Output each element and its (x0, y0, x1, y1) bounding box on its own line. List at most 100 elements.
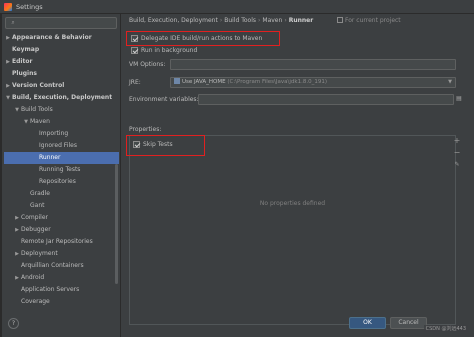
sidebar-item-repositories[interactable]: Repositories (4, 176, 119, 188)
sidebar-item-gant[interactable]: Gant (4, 200, 119, 212)
sidebar-item-gradle[interactable]: Gradle (4, 188, 119, 200)
sidebar-item-keymap[interactable]: Keymap (4, 44, 119, 56)
chevron-right-icon[interactable]: ▶ (4, 56, 12, 68)
help-button[interactable]: ? (8, 318, 19, 329)
sidebar-item-appearance-behavior[interactable]: ▶ Appearance & Behavior (4, 32, 119, 44)
sidebar-item-label: Appearance & Behavior (12, 34, 92, 41)
sidebar-item-label: Debugger (21, 226, 51, 233)
chevron-down-icon[interactable]: ▼ (4, 92, 12, 104)
sidebar-item-plugins[interactable]: Plugins (4, 68, 119, 80)
sidebar-item-label: Application Servers (21, 286, 80, 293)
sidebar-item-label: Running Tests (39, 166, 81, 173)
env-vars-field[interactable] (198, 94, 454, 105)
sidebar-item-label: Remote Jar Repositories (21, 238, 93, 245)
settings-content: Build, Execution, Deployment › Build Tools… (121, 14, 474, 337)
settings-tree: ▶ Appearance & Behavior Keymap ▶ Editor Plugi… (4, 32, 119, 308)
settings-sidebar: ⌕ ▶ Appearance & Behavior Keymap ▶ Editor Plu… (0, 14, 121, 337)
search-icon: ⌕ (11, 19, 15, 26)
sidebar-item-coverage[interactable]: Coverage (4, 296, 119, 308)
env-vars-label: Environment variables: (129, 96, 199, 103)
chevron-down-icon: ▼ (448, 79, 452, 85)
project-scope-icon (337, 17, 343, 23)
sidebar-item-label: Gant (30, 202, 45, 209)
env-vars-browse-icon[interactable]: ▤ (455, 94, 463, 105)
settings-search-input[interactable] (18, 19, 108, 27)
sidebar-item-ignored-files[interactable]: Ignored Files (4, 140, 119, 152)
chevron-down-icon[interactable]: ▼ (22, 116, 30, 128)
title-bar: Settings (0, 0, 474, 14)
jre-label: JRE: (129, 79, 141, 86)
sidebar-item-label: Plugins (12, 70, 37, 77)
breadcrumb-item[interactable]: Build, Execution, Deployment (129, 17, 218, 24)
sidebar-item-deployment[interactable]: ▶ Deployment (4, 248, 119, 260)
vm-options-field[interactable] (170, 59, 456, 70)
watermark: CSDN @刘远443 (423, 325, 468, 332)
sidebar-item-label: Keymap (12, 46, 40, 53)
sidebar-item-label: Build, Execution, Deployment (12, 94, 113, 101)
sidebar-item-version-control[interactable]: ▶ Version Control (4, 80, 119, 92)
remove-icon[interactable]: − (451, 147, 463, 159)
sidebar-item-debugger[interactable]: ▶ Debugger (4, 224, 119, 236)
sidebar-item-remote-jar-repositories[interactable]: Remote Jar Repositories (4, 236, 119, 248)
breadcrumb-separator: › (284, 17, 287, 24)
window-edge (0, 14, 2, 337)
sidebar-item-label: Gradle (30, 190, 50, 197)
intellij-logo-icon (4, 2, 12, 11)
sidebar-item-arquillian-containers[interactable]: Arquillian Containers (4, 260, 119, 272)
sidebar-item-application-servers[interactable]: Application Servers (4, 284, 119, 296)
jre-value: Use JAVA_HOME (182, 79, 226, 85)
sidebar-item-label: Build Tools (21, 106, 53, 113)
sidebar-item-runner[interactable]: Runner (4, 152, 119, 164)
jdk-icon (174, 78, 180, 84)
edit-icon[interactable]: ✎ (451, 159, 463, 171)
jre-select[interactable]: Use JAVA_HOME (C:\Program Files\Java\jdk… (170, 77, 456, 88)
background-label: Run in background (141, 47, 198, 54)
sidebar-item-importing[interactable]: Importing (4, 128, 119, 140)
breadcrumb-separator: › (219, 17, 223, 24)
chevron-right-icon[interactable]: ▶ (4, 32, 12, 44)
ok-button[interactable]: OK (349, 317, 386, 329)
sidebar-item-running-tests[interactable]: Running Tests (4, 164, 119, 176)
sidebar-item-label: Repositories (39, 178, 76, 185)
chevron-down-icon[interactable]: ▼ (13, 104, 21, 116)
sidebar-item-label: Arquillian Containers (21, 262, 84, 269)
delegate-highlight (126, 31, 280, 46)
chevron-right-icon[interactable]: ▶ (13, 212, 21, 224)
sidebar-item-label: Editor (12, 58, 33, 65)
for-current-project: For current project (337, 16, 401, 26)
sidebar-item-editor[interactable]: ▶ Editor (4, 56, 119, 68)
chevron-right-icon[interactable]: ▶ (4, 80, 12, 92)
breadcrumb-separator: › (258, 17, 261, 24)
breadcrumb: Build, Execution, Deployment › Build Tools… (129, 16, 313, 26)
properties-panel: Skip Tests No properties defined (129, 135, 456, 325)
sidebar-item-build-execution-deployment[interactable]: ▼ Build, Execution, Deployment (4, 92, 119, 104)
sidebar-item-android[interactable]: ▶ Android (4, 272, 119, 284)
no-properties-text: No properties defined (259, 200, 326, 207)
breadcrumb-item[interactable]: Maven (262, 17, 282, 24)
sidebar-item-label: Compiler (21, 214, 49, 221)
chevron-right-icon[interactable]: ▶ (13, 224, 21, 236)
chevron-right-icon[interactable]: ▶ (13, 248, 21, 260)
jre-path: (C:\Program Files\Java\jdk1.8.0_191) (227, 79, 327, 85)
vm-options-label: VM Options: (129, 61, 166, 68)
skip-tests-highlight (126, 135, 205, 156)
properties-label: Properties: (129, 126, 162, 133)
chevron-right-icon[interactable]: ▶ (13, 272, 21, 284)
sidebar-scrollbar[interactable] (115, 164, 118, 284)
window-title: Settings (16, 2, 43, 11)
breadcrumb-item[interactable]: Build Tools (224, 17, 256, 24)
cancel-button[interactable]: Cancel (390, 317, 427, 329)
sidebar-item-maven[interactable]: ▼ Maven (4, 116, 119, 128)
sidebar-item-build-tools[interactable]: ▼ Build Tools (4, 104, 119, 116)
sidebar-item-label: Coverage (21, 298, 50, 305)
background-checkbox[interactable] (131, 47, 138, 54)
settings-search[interactable]: ⌕ (5, 17, 117, 29)
sidebar-item-label: Maven (30, 118, 50, 125)
for-project-label: For current project (345, 17, 401, 24)
add-icon[interactable]: + (451, 135, 463, 147)
sidebar-item-label: Deployment (21, 250, 58, 257)
sidebar-item-label: Ignored Files (39, 142, 77, 149)
properties-toolbar: + − ✎ (451, 135, 463, 171)
sidebar-item-compiler[interactable]: ▶ Compiler (4, 212, 119, 224)
background-option[interactable]: Run in background (131, 45, 197, 56)
